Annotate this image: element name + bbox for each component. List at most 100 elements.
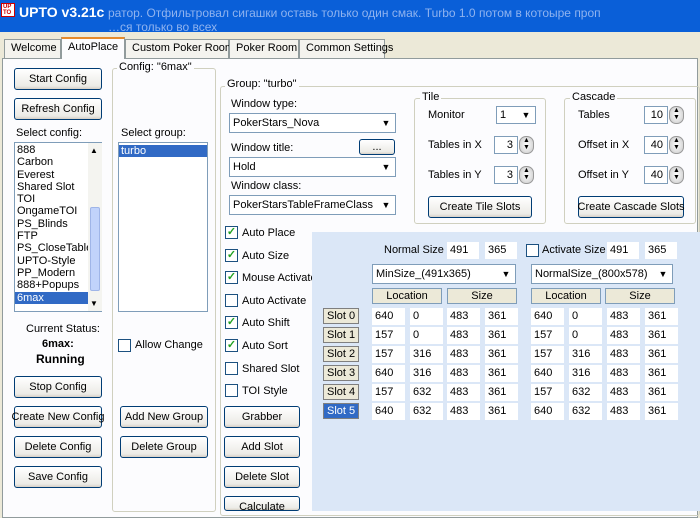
scroll-down-icon[interactable]: ▼ <box>90 299 98 308</box>
slot-value-field[interactable]: 316 <box>410 346 443 363</box>
chevron-down-icon[interactable]: ▼ <box>656 267 670 281</box>
spin-arrows-icon[interactable]: ▲ ▼ <box>669 136 684 154</box>
config-list-item[interactable]: TOI <box>15 193 88 205</box>
activate-width-field[interactable]: 491 <box>607 242 639 259</box>
spin-arrows-icon[interactable]: ▲ ▼ <box>519 166 534 184</box>
config-list-item[interactable]: PS_Blinds <box>15 218 88 230</box>
offset-y-input[interactable]: 40 <box>644 166 668 184</box>
tab-autoplace[interactable]: AutoPlace <box>61 37 125 59</box>
create-cascade-slots-button[interactable]: Create Cascade Slots <box>578 196 685 218</box>
slot-value-field[interactable]: 316 <box>569 365 602 382</box>
list-item[interactable]: turbo <box>119 145 207 158</box>
slot-value-field[interactable]: 483 <box>447 308 480 325</box>
config-list-item[interactable]: UPTO-Style <box>15 255 88 267</box>
slot-value-field[interactable]: 361 <box>485 308 518 325</box>
grabber-button[interactable]: Grabber <box>224 406 300 428</box>
option-checkbox[interactable] <box>225 361 238 375</box>
refresh-config-button[interactable]: Refresh Config <box>14 98 102 120</box>
allow-change-checkbox[interactable] <box>118 339 131 352</box>
slot-row-label[interactable]: Slot 3 <box>323 365 359 381</box>
chevron-down-icon[interactable]: ▼ <box>499 267 513 281</box>
delete-group-button[interactable]: Delete Group <box>120 436 208 458</box>
option-checkbox[interactable] <box>225 293 238 307</box>
slot-value-field[interactable]: 361 <box>645 403 678 420</box>
slot-value-field[interactable]: 157 <box>372 384 405 401</box>
slot-value-field[interactable]: 361 <box>645 308 678 325</box>
slot-value-field[interactable]: 483 <box>447 346 480 363</box>
create-tile-slots-button[interactable]: Create Tile Slots <box>428 196 532 218</box>
slot-row-label[interactable]: Slot 4 <box>323 384 359 400</box>
tab-poker-room[interactable]: Poker Room <box>229 39 299 58</box>
tables-y-input[interactable]: 3 <box>494 166 518 184</box>
offset-x-input[interactable]: 40 <box>644 136 668 154</box>
slot-value-field[interactable]: 483 <box>607 308 640 325</box>
slot-value-field[interactable]: 483 <box>607 327 640 344</box>
slot-value-field[interactable]: 157 <box>531 346 564 363</box>
slot-value-field[interactable]: 640 <box>372 365 405 382</box>
slot-value-field[interactable]: 361 <box>485 327 518 344</box>
slot-value-field[interactable]: 483 <box>607 346 640 363</box>
chevron-down-icon[interactable]: ▼ <box>379 116 393 130</box>
slot-value-field[interactable]: 632 <box>410 403 443 420</box>
slot-value-field[interactable]: 157 <box>531 384 564 401</box>
chevron-down-icon[interactable]: ▼ <box>379 160 393 174</box>
save-config-button[interactable]: Save Config <box>14 466 102 488</box>
window-type-select[interactable]: PokerStars_Nova ▼ <box>229 113 396 133</box>
calculate-button[interactable]: Calculate <box>224 496 300 513</box>
option-checkbox[interactable]: ✓ <box>225 316 238 330</box>
slot-row-label[interactable]: Slot 1 <box>323 327 359 343</box>
slot-value-field[interactable]: 361 <box>485 346 518 363</box>
slot-value-field[interactable]: 483 <box>447 384 480 401</box>
slot-value-field[interactable]: 361 <box>645 327 678 344</box>
slot-row-label[interactable]: Slot 5 <box>323 403 359 419</box>
slot-row-label[interactable]: Slot 0 <box>323 308 359 324</box>
option-checkbox[interactable]: ✓ <box>225 226 238 239</box>
slot-value-field[interactable]: 316 <box>410 365 443 382</box>
group-list[interactable]: turbo <box>118 142 208 312</box>
slot-value-field[interactable]: 640 <box>531 365 564 382</box>
slot-value-field[interactable]: 0 <box>569 308 602 325</box>
slot-value-field[interactable]: 361 <box>645 384 678 401</box>
slot-value-field[interactable]: 157 <box>372 346 405 363</box>
config-list-item[interactable]: 6max <box>15 291 88 304</box>
create-config-button[interactable]: Create New Config <box>12 406 104 428</box>
stop-config-button[interactable]: Stop Config <box>14 376 102 398</box>
slot-value-field[interactable]: 640 <box>531 308 564 325</box>
slot-value-field[interactable]: 483 <box>607 403 640 420</box>
window-title-select[interactable]: Hold ▼ <box>229 157 396 177</box>
delete-config-button[interactable]: Delete Config <box>14 436 102 458</box>
slot-value-field[interactable]: 361 <box>485 365 518 382</box>
slot-value-field[interactable]: 316 <box>569 346 602 363</box>
window-class-select[interactable]: PokerStarsTableFrameClass ▼ <box>229 195 396 215</box>
activate-size-checkbox[interactable] <box>526 244 539 257</box>
option-checkbox[interactable] <box>225 384 238 398</box>
add-group-button[interactable]: Add New Group <box>120 406 208 428</box>
slot-value-field[interactable]: 640 <box>372 403 405 420</box>
config-list-item[interactable]: Shared Slot <box>15 181 88 193</box>
normal-height-field[interactable]: 365 <box>485 242 517 259</box>
config-list-item[interactable]: FTP <box>15 230 88 242</box>
slot-value-field[interactable]: 632 <box>410 384 443 401</box>
slot-row-label[interactable]: Slot 2 <box>323 346 359 362</box>
config-list-item[interactable]: OngameTOI <box>15 205 88 217</box>
slot-value-field[interactable]: 483 <box>447 327 480 344</box>
tab-common-settings[interactable]: Common Settings <box>299 39 393 58</box>
spin-arrows-icon[interactable]: ▲ ▼ <box>669 106 684 124</box>
normal-size-select[interactable]: NormalSize_(800x578) ▼ <box>531 264 673 284</box>
monitor-select[interactable]: 1 ▼ <box>496 106 536 124</box>
spin-arrows-icon[interactable]: ▲ ▼ <box>519 136 534 154</box>
option-checkbox[interactable]: ✓ <box>225 248 238 262</box>
slot-value-field[interactable]: 361 <box>645 346 678 363</box>
option-checkbox[interactable]: ✓ <box>225 339 238 352</box>
chevron-down-icon[interactable]: ▼ <box>379 198 393 212</box>
config-list-item[interactable]: Everest <box>15 169 88 181</box>
slot-value-field[interactable]: 361 <box>485 384 518 401</box>
min-size-select[interactable]: MinSize_(491x365) ▼ <box>372 264 516 284</box>
slot-value-field[interactable]: 361 <box>645 365 678 382</box>
start-config-button[interactable]: Start Config <box>14 68 102 90</box>
slot-value-field[interactable]: 157 <box>372 327 405 344</box>
tab-welcome[interactable]: Welcome <box>4 39 61 58</box>
tab-custom-poker-room[interactable]: Custom Poker Room <box>125 39 234 58</box>
slot-value-field[interactable]: 0 <box>569 327 602 344</box>
slot-value-field[interactable]: 483 <box>447 365 480 382</box>
